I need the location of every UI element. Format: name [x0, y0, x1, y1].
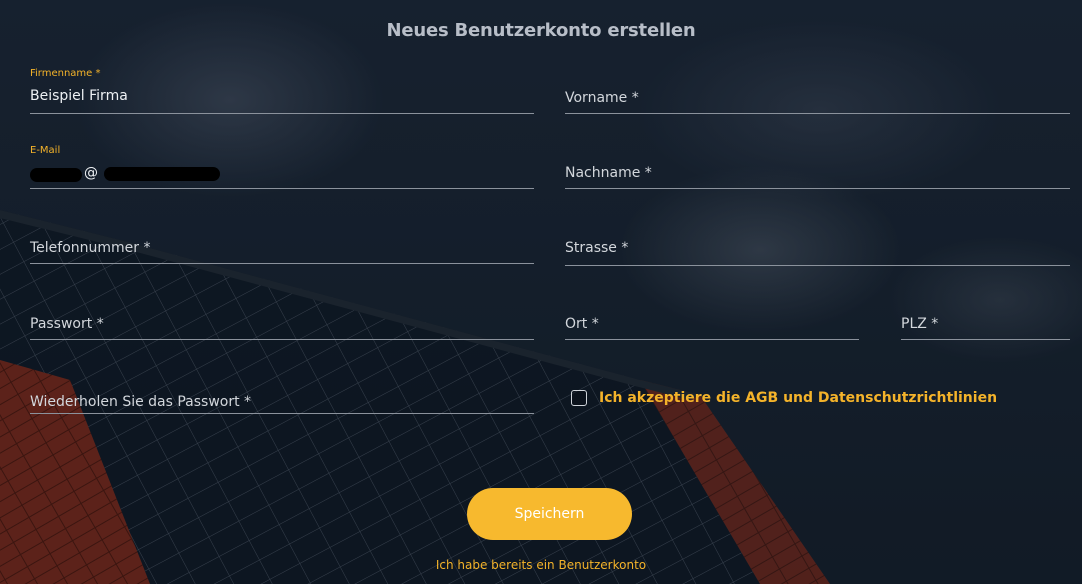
phone-field[interactable]: Telefonnummer *: [30, 222, 534, 264]
firstname-field[interactable]: Vorname *: [565, 66, 1070, 114]
page-title: Neues Benutzerkonto erstellen: [386, 20, 696, 41]
email-value: @: [84, 165, 98, 181]
city-placeholder: Ort *: [565, 316, 599, 332]
city-field[interactable]: Ort *: [565, 298, 859, 340]
lastname-underline: [565, 188, 1070, 189]
email-label: E-Mail: [30, 145, 61, 156]
firstname-placeholder: Vorname *: [565, 90, 639, 106]
save-button[interactable]: Speichern: [467, 488, 632, 540]
company-underline: [30, 113, 534, 114]
firstname-underline: [565, 113, 1070, 114]
login-link[interactable]: Ich habe bereits ein Benutzerkonto: [0, 558, 1082, 572]
redaction-bar: [104, 167, 220, 181]
zip-placeholder: PLZ *: [901, 316, 939, 332]
password-placeholder: Passwort *: [30, 316, 104, 332]
company-value: Beispiel Firma: [30, 88, 128, 104]
company-label: Firmenname *: [30, 68, 101, 79]
redaction-bar: [30, 168, 82, 182]
lastname-placeholder: Nachname *: [565, 165, 652, 181]
password-repeat-field[interactable]: Wiederholen Sie das Passwort *: [30, 376, 534, 414]
street-underline: [565, 265, 1070, 266]
email-field[interactable]: E-Mail @: [30, 143, 534, 189]
terms-checkbox[interactable]: [571, 390, 587, 406]
terms-label[interactable]: Ich akzeptiere die AGB und Datenschutzri…: [599, 390, 997, 406]
zip-field[interactable]: PLZ *: [901, 298, 1070, 340]
password-field[interactable]: Passwort *: [30, 298, 534, 340]
password-underline: [30, 339, 534, 340]
password-repeat-placeholder: Wiederholen Sie das Passwort *: [30, 394, 252, 410]
company-field[interactable]: Firmenname * Beispiel Firma: [30, 66, 534, 114]
email-underline: [30, 188, 534, 189]
city-underline: [565, 339, 859, 340]
phone-placeholder: Telefonnummer *: [30, 240, 151, 256]
phone-underline: [30, 263, 534, 264]
password-repeat-underline: [30, 413, 534, 414]
terms-checkbox-row[interactable]: Ich akzeptiere die AGB und Datenschutzri…: [571, 388, 997, 408]
street-placeholder: Strasse *: [565, 240, 629, 256]
zip-underline: [901, 339, 1070, 340]
lastname-field[interactable]: Nachname *: [565, 143, 1070, 189]
street-field[interactable]: Strasse *: [565, 222, 1070, 266]
